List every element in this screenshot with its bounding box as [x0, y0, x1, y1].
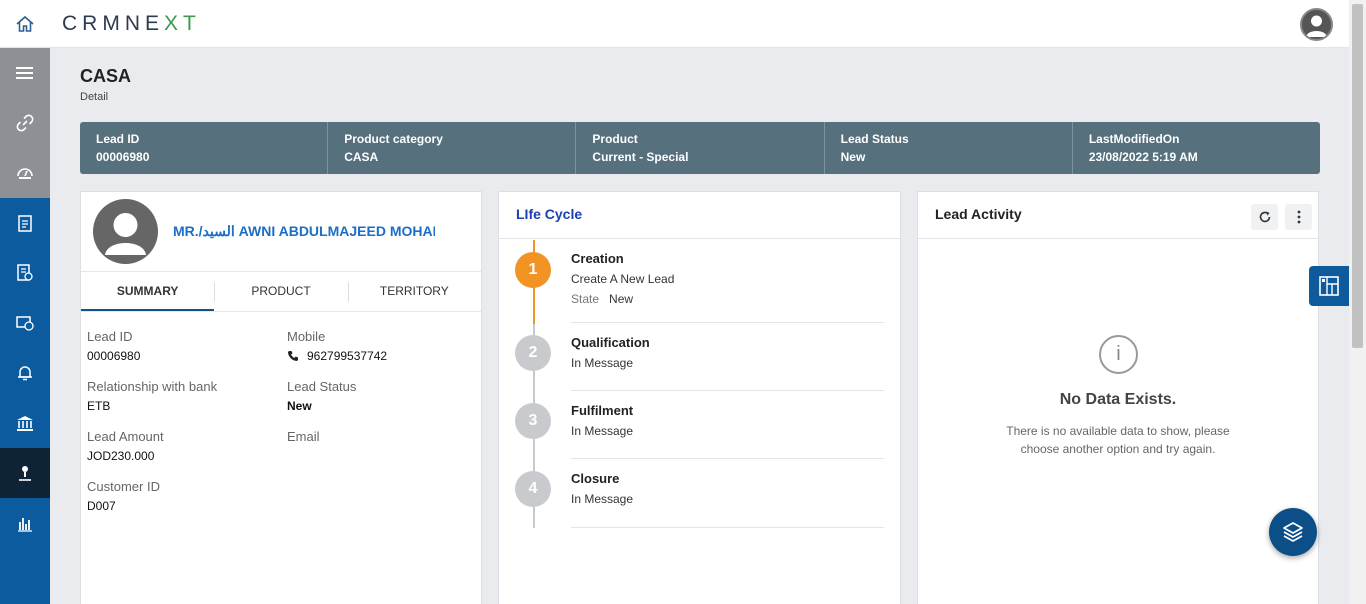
menu-icon[interactable]	[0, 48, 50, 98]
home-icon[interactable]	[0, 0, 50, 48]
page-scrollbar[interactable]	[1349, 0, 1366, 604]
profile-card: MR./السيد AWNI ABDULMAJEED MOHAMMAD SUMM…	[80, 191, 482, 604]
activity-title: Lead Activity	[935, 206, 1022, 222]
step-2-badge: 2	[515, 335, 551, 371]
empty-state-title: No Data Exists.	[1059, 391, 1177, 408]
field-customer-id: Customer ID D007	[87, 479, 160, 513]
info-lead-status: Lead Status New	[825, 122, 1073, 174]
refresh-icon[interactable]	[1251, 204, 1278, 230]
field-lead-id: Lead ID 00006980	[87, 329, 141, 363]
activity-header: Lead Activity	[918, 192, 1318, 239]
field-email: Email	[287, 429, 320, 444]
info-icon: i	[1099, 335, 1138, 374]
user-pin-icon[interactable]	[0, 448, 50, 498]
field-lead-status: Lead Status New	[287, 379, 357, 413]
step-qualification[interactable]: Qualification In Message	[571, 335, 884, 391]
lifecycle-title: LIfe Cycle	[516, 206, 583, 222]
user-avatar-icon[interactable]	[1300, 8, 1333, 41]
sidebar	[0, 48, 50, 604]
tab-summary[interactable]: SUMMARY	[81, 272, 215, 311]
step-creation[interactable]: Creation Create A New Lead State New	[571, 251, 884, 323]
lead-activity-card: Lead Activity i No Data Exists. There is…	[917, 191, 1319, 604]
link-icon[interactable]	[0, 98, 50, 148]
profile-tabs: SUMMARY PRODUCT TERRITORY	[81, 271, 481, 312]
layers-icon[interactable]	[1269, 508, 1317, 556]
bar-chart-icon[interactable]	[0, 498, 50, 548]
lifecycle-header: LIfe Cycle	[499, 192, 900, 239]
step-4-badge: 4	[515, 471, 551, 507]
document-check-icon[interactable]	[0, 248, 50, 298]
step-fulfilment[interactable]: Fulfilment In Message	[571, 403, 884, 459]
info-last-modified: LastModifiedOn 23/08/2022 5:19 AM	[1088, 132, 1198, 164]
info-product-category: Product category CASA	[328, 122, 577, 174]
lead-info-bar: Lead ID 00006980 Product category CASA Pro…	[80, 122, 1320, 174]
tab-territory[interactable]: TERRITORY	[347, 272, 481, 311]
field-relationship: Relationship with bank ETB	[87, 379, 218, 413]
profile-avatar-icon	[93, 199, 158, 264]
bell-icon[interactable]	[0, 348, 50, 398]
dashboard-icon[interactable]	[0, 148, 50, 198]
top-bar: CRMNEXT	[0, 0, 1366, 48]
more-options-icon[interactable]	[1285, 204, 1312, 230]
info-product: Product Current - Special	[576, 122, 825, 174]
field-mobile: Mobile 962799537742	[287, 329, 388, 363]
bank-icon[interactable]	[0, 398, 50, 448]
scrollbar-thumb[interactable]	[1352, 4, 1363, 348]
layout-panel-icon[interactable]	[1309, 266, 1349, 306]
empty-state-text: There is no available data to show, plea…	[1006, 424, 1230, 456]
field-lead-amount: Lead Amount JOD230.000	[87, 429, 164, 463]
card-money-icon[interactable]	[0, 298, 50, 348]
page-title: CASA	[80, 66, 132, 86]
phone-icon[interactable]	[287, 350, 299, 362]
tab-product[interactable]: PRODUCT	[214, 272, 347, 311]
step-1-badge: 1	[515, 252, 551, 288]
lifecycle-card: LIfe Cycle 1 Creation Create A New Lead …	[498, 191, 901, 604]
clipboard-icon[interactable]	[0, 198, 50, 248]
app-logo[interactable]: CRMNEXT	[62, 12, 201, 36]
info-lead-id: Lead ID 00006980	[80, 122, 329, 174]
step-closure[interactable]: Closure In Message	[571, 471, 884, 528]
step-3-badge: 3	[515, 403, 551, 439]
page-subtitle: Detail	[80, 91, 109, 103]
customer-name[interactable]: MR./السيد AWNI ABDULMAJEED MOHAMMAD	[173, 223, 435, 240]
